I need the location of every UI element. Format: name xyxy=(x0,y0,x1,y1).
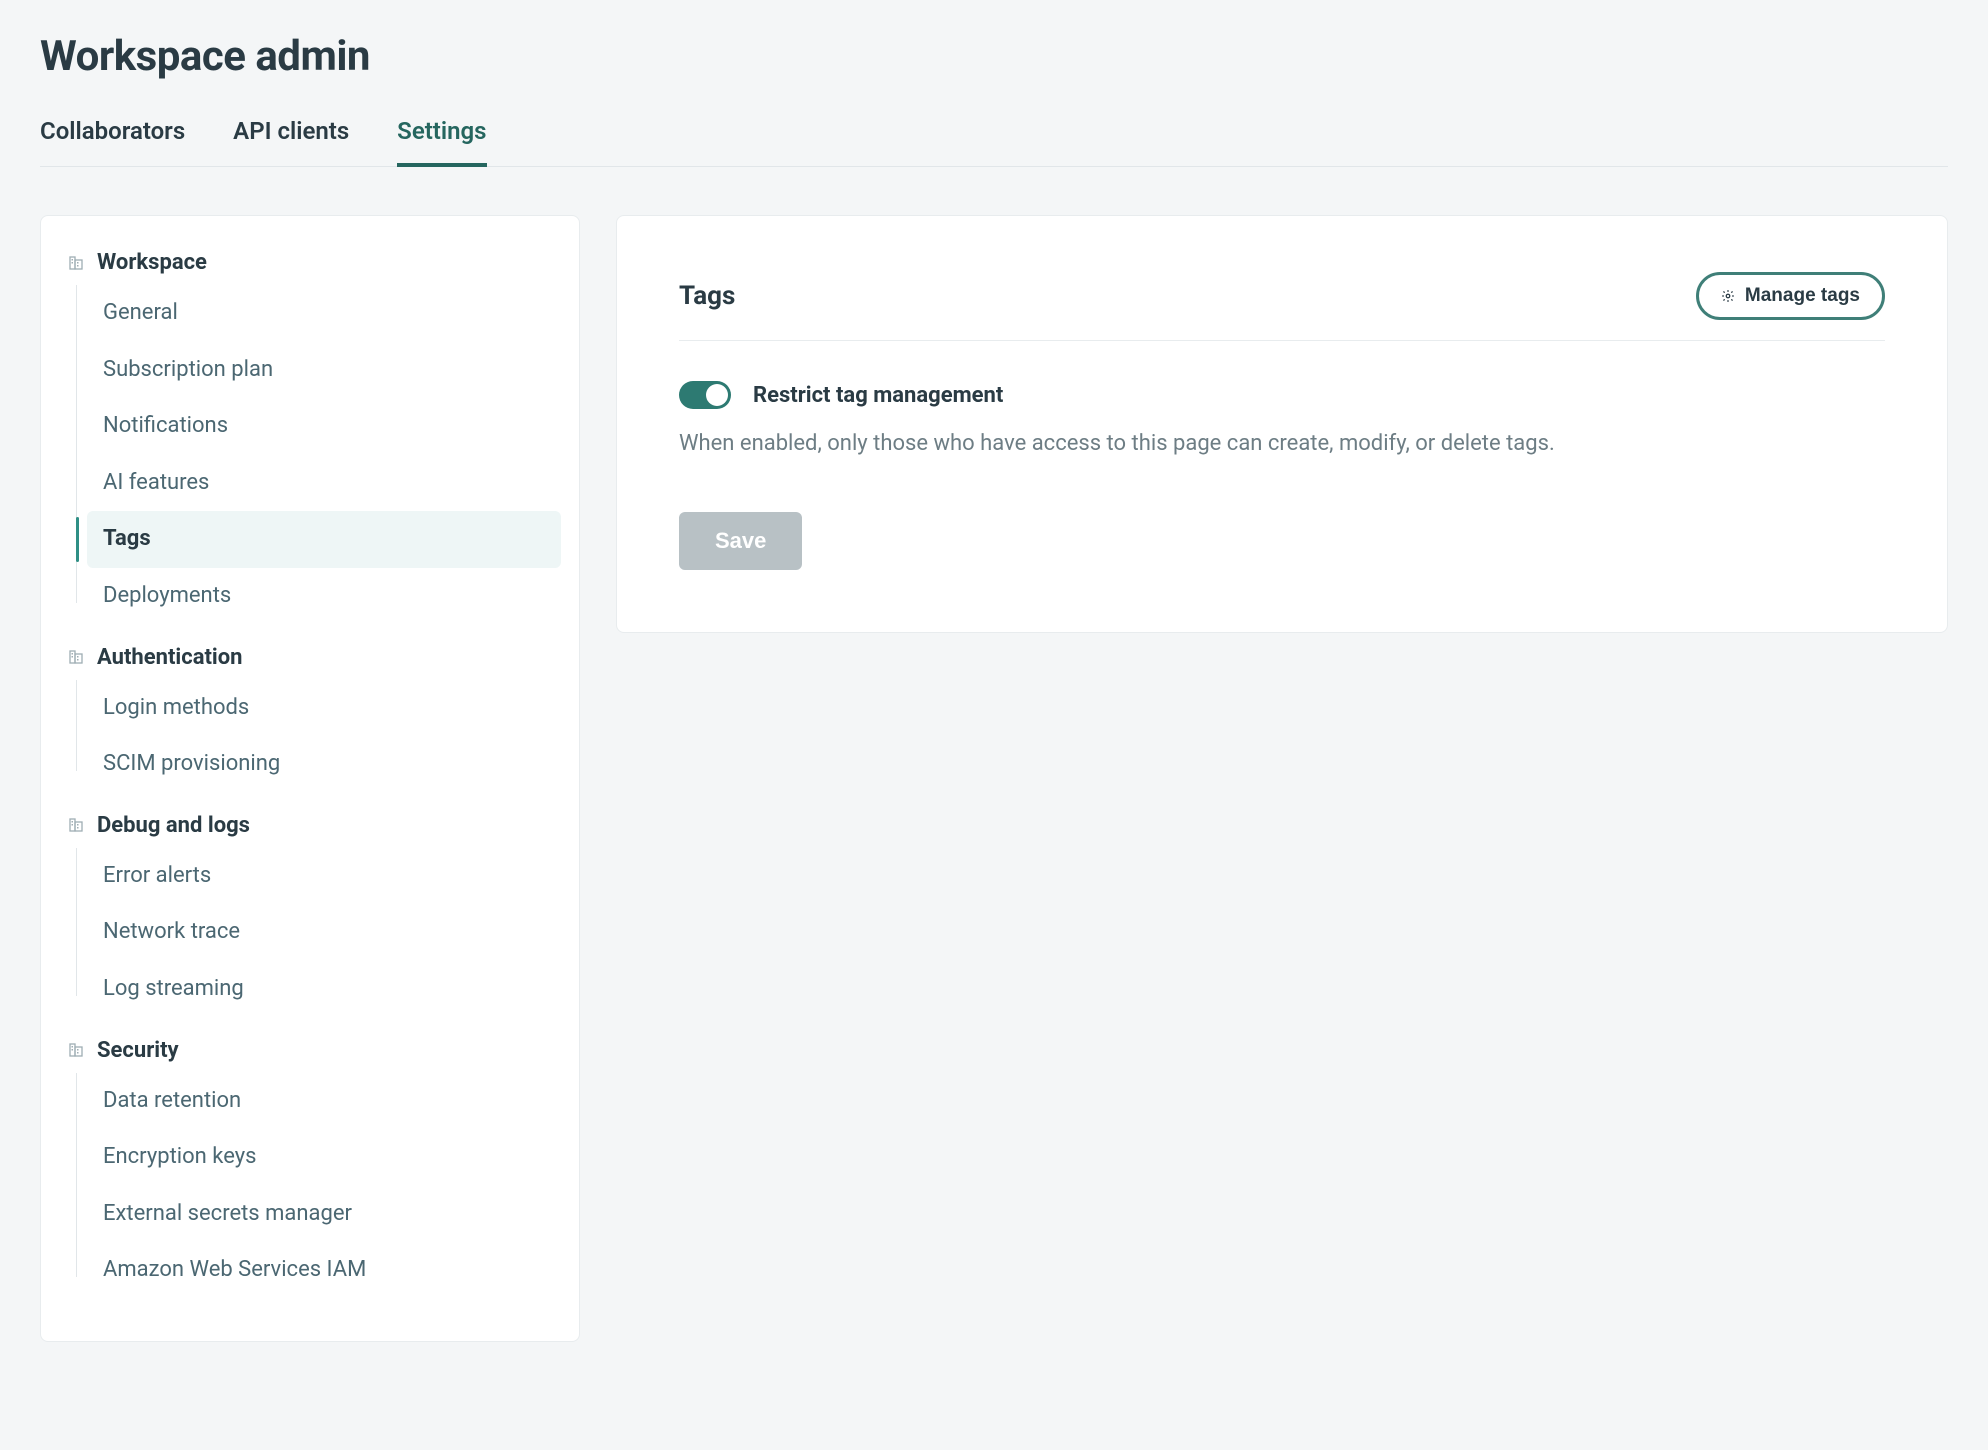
tab-api-clients[interactable]: API clients xyxy=(233,117,349,167)
sidebar-item-general[interactable]: General xyxy=(87,285,561,342)
main-card: Tags Manage tags Restrict tag management xyxy=(616,215,1948,633)
building-icon xyxy=(67,648,85,666)
sidebar-group-title: Workspace xyxy=(97,250,207,275)
sidebar-item-log-streaming[interactable]: Log streaming xyxy=(87,961,561,1018)
building-icon xyxy=(67,254,85,272)
sidebar-group-security: Security Data retention Encryption keys … xyxy=(59,1032,561,1299)
sidebar-item-network-trace[interactable]: Network trace xyxy=(87,904,561,961)
sidebar-group-title: Authentication xyxy=(97,645,242,670)
sidebar-group-debug-and-logs: Debug and logs Error alerts Network trac… xyxy=(59,807,561,1018)
sidebar-item-login-methods[interactable]: Login methods xyxy=(87,680,561,737)
settings-sidebar: Workspace General Subscription plan Noti… xyxy=(40,215,580,1342)
sidebar-group-title: Debug and logs xyxy=(97,813,250,838)
save-button[interactable]: Save xyxy=(679,512,802,570)
restrict-toggle-row: Restrict tag management xyxy=(679,381,1885,409)
sidebar-item-ai-features[interactable]: AI features xyxy=(87,455,561,512)
sidebar-group-header: Security xyxy=(59,1032,561,1073)
building-icon xyxy=(67,1041,85,1059)
page-title: Workspace admin xyxy=(40,32,1948,81)
manage-tags-button-label: Manage tags xyxy=(1745,285,1860,307)
restrict-toggle-description: When enabled, only those who have access… xyxy=(679,427,1885,460)
card-header: Tags Manage tags xyxy=(679,272,1885,341)
sidebar-item-scim-provisioning[interactable]: SCIM provisioning xyxy=(87,736,561,793)
sidebar-item-aws-iam[interactable]: Amazon Web Services IAM xyxy=(87,1242,561,1299)
sidebar-item-deployments[interactable]: Deployments xyxy=(87,568,561,625)
sidebar-group-header: Debug and logs xyxy=(59,807,561,848)
sidebar-item-notifications[interactable]: Notifications xyxy=(87,398,561,455)
sidebar-group-title: Security xyxy=(97,1038,179,1063)
sidebar-group-header: Workspace xyxy=(59,244,561,285)
sidebar-item-tags[interactable]: Tags xyxy=(87,511,561,568)
toggle-knob xyxy=(706,384,728,406)
sidebar-item-encryption-keys[interactable]: Encryption keys xyxy=(87,1129,561,1186)
sidebar-group-authentication: Authentication Login methods SCIM provis… xyxy=(59,639,561,793)
building-icon xyxy=(67,816,85,834)
sidebar-group-header: Authentication xyxy=(59,639,561,680)
sidebar-item-error-alerts[interactable]: Error alerts xyxy=(87,848,561,905)
sidebar-group-workspace: Workspace General Subscription plan Noti… xyxy=(59,244,561,625)
restrict-toggle[interactable] xyxy=(679,381,731,409)
manage-tags-button[interactable]: Manage tags xyxy=(1696,272,1885,320)
restrict-toggle-label: Restrict tag management xyxy=(753,383,1003,408)
sidebar-item-subscription-plan[interactable]: Subscription plan xyxy=(87,342,561,399)
gear-icon xyxy=(1721,289,1735,303)
tab-settings[interactable]: Settings xyxy=(397,117,486,167)
sidebar-item-data-retention[interactable]: Data retention xyxy=(87,1073,561,1130)
tab-collaborators[interactable]: Collaborators xyxy=(40,117,185,167)
card-title: Tags xyxy=(679,281,735,311)
sidebar-item-external-secrets-manager[interactable]: External secrets manager xyxy=(87,1186,561,1243)
tabs: Collaborators API clients Settings xyxy=(40,117,1948,167)
